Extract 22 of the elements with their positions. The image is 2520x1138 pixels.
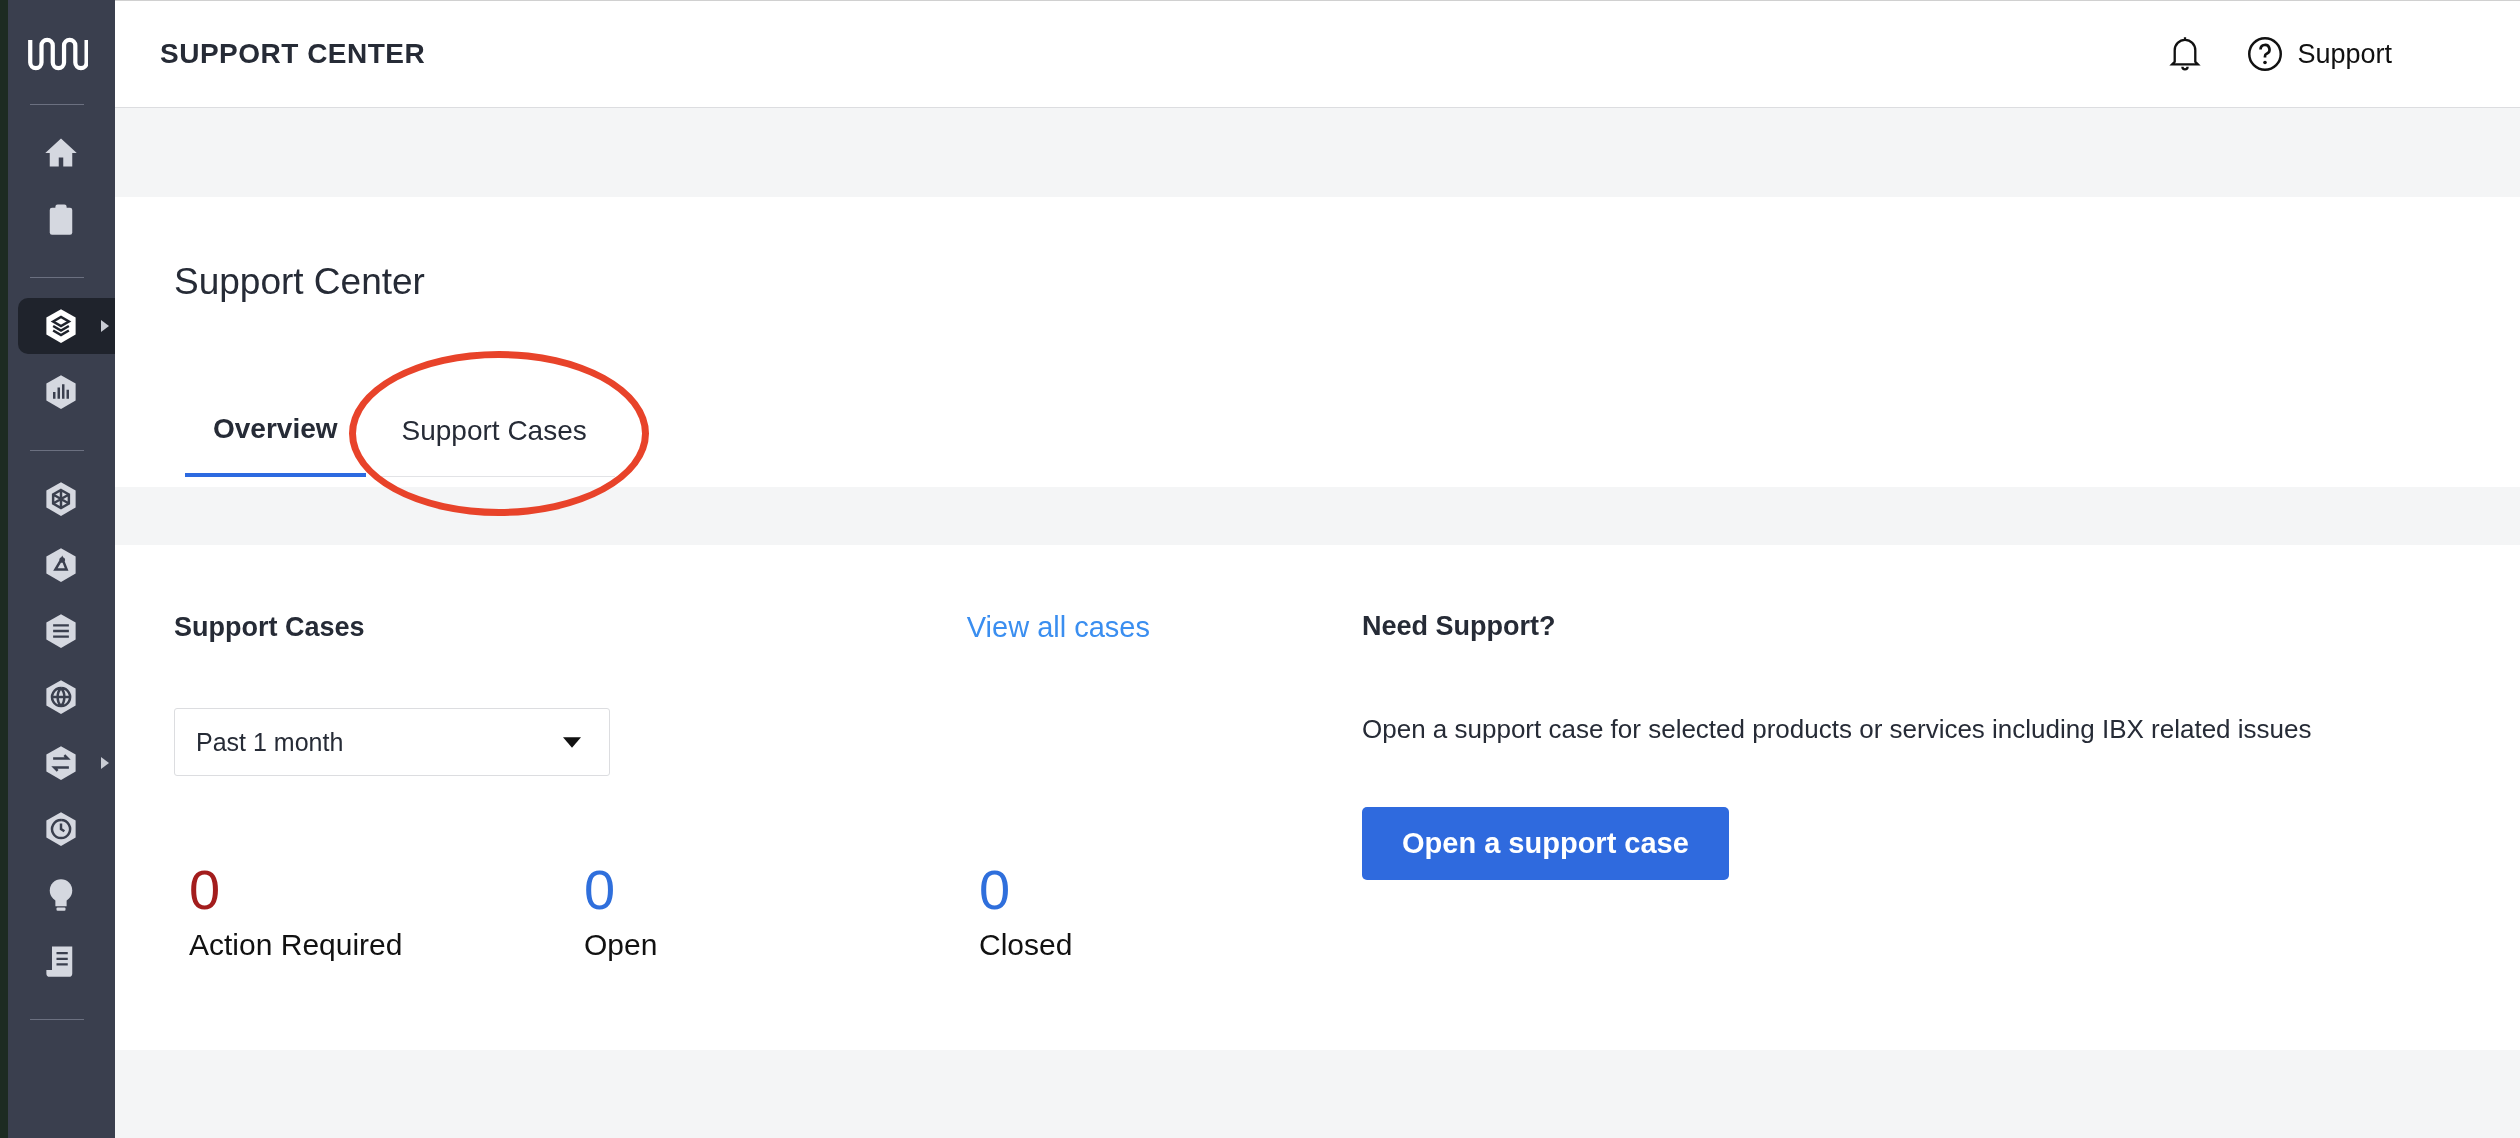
- page-header-title: SUPPORT CENTER: [160, 38, 426, 70]
- description-text: Open a support case for selected products or services including IBX related issues: [1362, 714, 2312, 745]
- open-support-case-button[interactable]: Open a support case: [1362, 807, 1729, 880]
- tab[interactable]: Support Cases: [373, 399, 615, 477]
- section-title: Support Cases: [174, 612, 365, 643]
- case-status-label: Open: [584, 928, 659, 962]
- caret-icon: [101, 757, 109, 769]
- case-count: 0: [189, 860, 222, 920]
- case-status-label: Closed: [979, 928, 1074, 962]
- notification-bell-icon[interactable]: [2169, 36, 2202, 72]
- help-icon: [2247, 36, 2284, 72]
- case-count: 0: [584, 860, 617, 920]
- case-status-label: Action Required: [189, 928, 404, 962]
- caret-icon: [563, 736, 581, 748]
- sidebar-item[interactable]: [18, 298, 115, 354]
- section-title: Need Support?: [1362, 611, 1557, 642]
- case-count: 0: [979, 860, 1012, 920]
- page-title: Support Center: [174, 261, 426, 303]
- support-link[interactable]: Support: [2247, 36, 2392, 72]
- tab[interactable]: Overview: [185, 399, 366, 477]
- caret-icon: [101, 320, 109, 332]
- period-dropdown[interactable]: Past 1 month: [174, 708, 610, 776]
